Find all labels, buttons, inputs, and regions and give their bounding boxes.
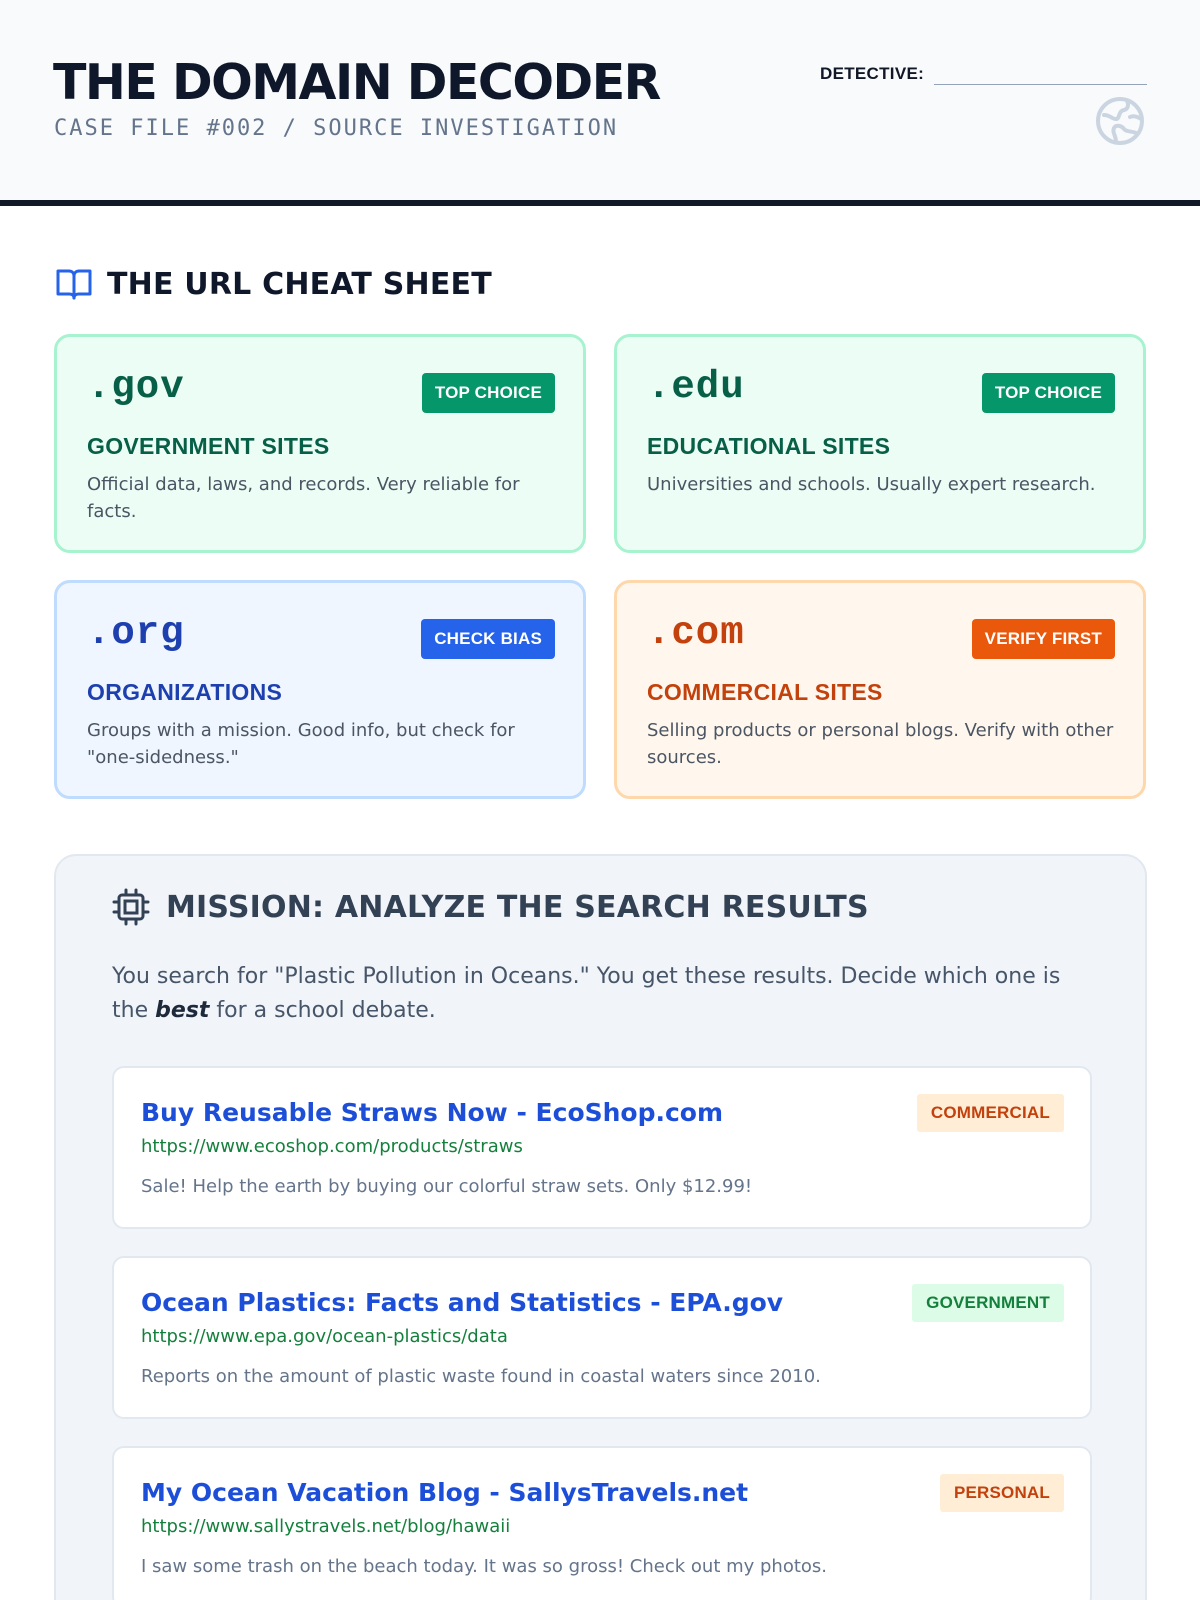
search-result-tag: COMMERCIAL <box>916 1094 1064 1132</box>
page-subtitle: CASE FILE #002 / SOURCE INVESTIGATION <box>54 116 619 141</box>
search-result-snippet: I saw some trash on the beach today. It … <box>141 1556 828 1577</box>
domain-card-title: COMMERCIAL SITES <box>647 679 883 705</box>
mission-title: MISSION: ANALYZE THE SEARCH RESULTS <box>166 889 869 925</box>
domain-card-title: ORGANIZATIONS <box>87 679 283 705</box>
search-result-title-link[interactable]: Ocean Plastics: Facts and Statistics - E… <box>141 1288 783 1317</box>
mission-instructions: You search for "Plastic Pollution in Oce… <box>112 960 1092 1028</box>
search-result-url: https://www.sallystravels.net/blog/hawai… <box>141 1516 511 1537</box>
domain-card-description: Groups with a mission. Good info, but ch… <box>87 720 515 768</box>
page-title: THE DOMAIN DECODER <box>53 54 661 111</box>
detective-name-field[interactable] <box>934 84 1147 85</box>
domain-card-description: Selling products or personal blogs. Veri… <box>647 720 1114 768</box>
mission-heading: MISSION: ANALYZE THE SEARCH RESULTS <box>112 888 869 926</box>
domain-card-edu: .edu TOP CHOICE EDUCATIONAL SITES Univer… <box>614 334 1146 553</box>
domain-card-org: .org CHECK BIAS ORGANIZATIONS Groups wit… <box>54 580 586 799</box>
cheat-sheet-heading: THE URL CHEAT SHEET <box>55 262 492 306</box>
mission-instructions-emphasis: best <box>155 998 210 1023</box>
domain-card-com: .com VERIFY FIRST COMMERCIAL SITES Selli… <box>614 580 1146 799</box>
domain-card-description: Universities and schools. Usually expert… <box>647 474 1096 495</box>
domain-card-tld: .org <box>87 611 185 655</box>
domain-card-title: EDUCATIONAL SITES <box>647 433 891 459</box>
domain-card-gov: .gov TOP CHOICE GOVERNMENT SITES Officia… <box>54 334 586 553</box>
mission-panel: MISSION: ANALYZE THE SEARCH RESULTS You … <box>54 854 1147 1600</box>
domain-card-description: Official data, laws, and records. Very r… <box>87 474 520 522</box>
domain-card-badge: VERIFY FIRST <box>971 619 1115 659</box>
mission-instructions-end: for a school debate. <box>209 998 436 1023</box>
search-result-url: https://www.ecoshop.com/products/straws <box>141 1136 523 1157</box>
domain-card-badge: TOP CHOICE <box>421 373 555 413</box>
domain-card-tld: .com <box>647 611 745 655</box>
globe-icon <box>1096 97 1144 145</box>
cheat-sheet-title: THE URL CHEAT SHEET <box>107 266 492 302</box>
search-result-url: https://www.epa.gov/ocean-plastics/data <box>141 1326 508 1347</box>
search-result: Ocean Plastics: Facts and Statistics - E… <box>112 1256 1092 1419</box>
search-result-snippet: Reports on the amount of plastic waste f… <box>141 1366 821 1387</box>
search-result-title-link[interactable]: My Ocean Vacation Blog - SallysTravels.n… <box>141 1478 748 1507</box>
domain-card-tld: .gov <box>87 365 185 409</box>
domain-card-tld: .edu <box>647 365 745 409</box>
search-result-snippet: Sale! Help the earth by buying our color… <box>141 1176 753 1197</box>
book-open-icon <box>56 269 92 300</box>
domain-card-badge: TOP CHOICE <box>981 373 1115 413</box>
search-result-tag: PERSONAL <box>939 1474 1064 1512</box>
detective-label: DETECTIVE: <box>820 64 925 83</box>
cpu-chip-icon <box>112 888 150 926</box>
page-header: THE DOMAIN DECODER CASE FILE #002 / SOUR… <box>0 0 1200 206</box>
search-result-title-link[interactable]: Buy Reusable Straws Now - EcoShop.com <box>141 1098 723 1127</box>
search-result-tag: GOVERNMENT <box>912 1284 1064 1322</box>
domain-card-title: GOVERNMENT SITES <box>87 433 330 459</box>
search-result: My Ocean Vacation Blog - SallysTravels.n… <box>112 1446 1092 1600</box>
domain-card-badge: CHECK BIAS <box>421 619 555 659</box>
search-result: Buy Reusable Straws Now - EcoShop.com ht… <box>112 1066 1092 1229</box>
